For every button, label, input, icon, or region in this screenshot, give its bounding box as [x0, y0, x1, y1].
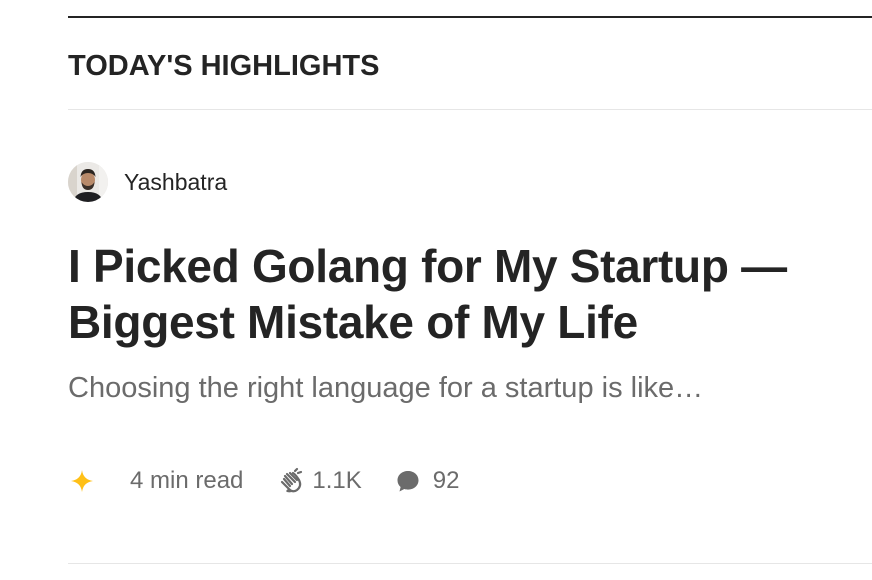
author-link[interactable]: Yashbatra: [68, 162, 227, 202]
response-count[interactable]: 92: [395, 467, 460, 495]
section-title: TODAY'S HIGHLIGHTS: [68, 50, 380, 82]
author-name[interactable]: Yashbatra: [124, 168, 227, 196]
sparkle-star-icon: [71, 470, 93, 492]
top-divider: [68, 16, 872, 18]
bottom-divider: [68, 563, 872, 564]
response-count-value: 92: [432, 467, 460, 494]
article-subtitle[interactable]: Choosing the right language for a startu…: [68, 370, 868, 406]
speech-bubble-icon: [397, 471, 419, 492]
clap-count-value: 1.1K: [312, 467, 362, 494]
clap-hands-icon: [281, 467, 303, 493]
read-time: 4 min read: [130, 467, 244, 494]
article-meta: 4 min read 1.1K 92: [68, 464, 459, 498]
author-avatar[interactable]: [68, 162, 108, 202]
section-divider: [68, 109, 872, 110]
article-headline[interactable]: I Picked Golang for My Startup — Biggest…: [68, 238, 868, 350]
clap-count[interactable]: 1.1K: [276, 467, 362, 495]
avatar-photo: [68, 162, 108, 202]
member-badge: [68, 467, 96, 495]
